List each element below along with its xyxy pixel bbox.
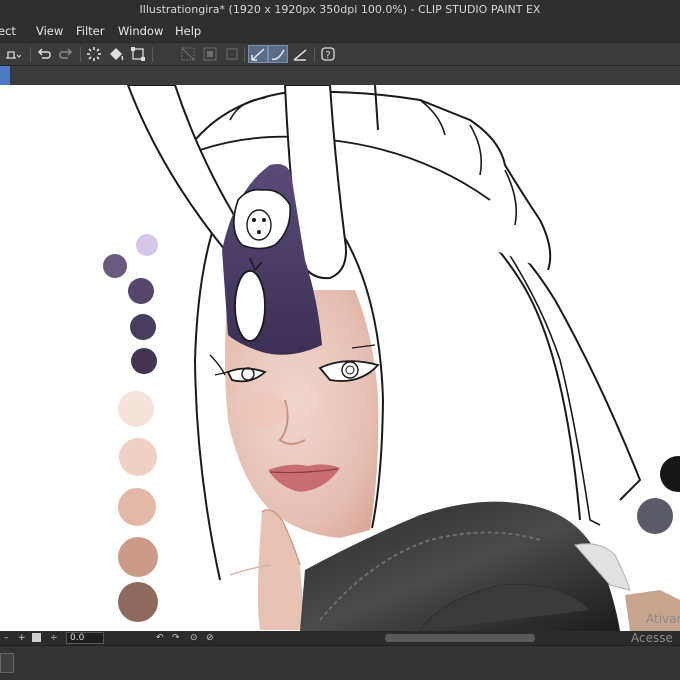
canvas-area[interactable]: Ativar (0, 85, 680, 631)
flip-icon[interactable]: ⊘ (206, 631, 214, 645)
loading-icon[interactable] (84, 45, 104, 63)
panel-toggle-button[interactable] (0, 653, 14, 673)
palette-swatch[interactable] (118, 488, 156, 526)
zoom-in-icon[interactable]: + (18, 631, 26, 645)
transform-icon[interactable] (128, 45, 148, 63)
palette-swatch[interactable] (128, 278, 154, 304)
svg-text:?: ? (325, 50, 330, 61)
invert-icon[interactable] (200, 45, 220, 63)
zoom-slider-handle[interactable] (32, 633, 41, 642)
rotate-value-icon[interactable]: ⊙ (190, 631, 198, 645)
status-bar: – + ÷ 0.0 ↶ ↷ ⊙ ⊘ Acesse C (0, 631, 680, 659)
menu-help[interactable]: Help (175, 20, 201, 42)
palette-swatch[interactable] (131, 348, 157, 374)
palette-swatch[interactable] (103, 254, 127, 278)
palette-swatch[interactable] (118, 537, 158, 577)
illustration (126, 85, 680, 631)
menu-window[interactable]: Window (118, 20, 163, 42)
layer-save-icon[interactable] (0, 45, 26, 63)
menu-view[interactable]: View (36, 20, 63, 42)
zoom-out-icon[interactable]: – (4, 631, 9, 645)
title-bar: Illustrationgira* (1920 x 1920px 350dpi … (0, 0, 680, 20)
zoom-value-field[interactable]: 0.0 (66, 632, 104, 644)
menu-filter[interactable]: Filter (76, 20, 104, 42)
tab-marker[interactable] (0, 66, 10, 85)
command-bar: ? (0, 42, 680, 66)
help-icon[interactable]: ? (318, 45, 338, 63)
deselect-icon[interactable] (178, 45, 198, 63)
palette-swatch[interactable] (118, 391, 154, 427)
palette-swatch-right[interactable] (637, 498, 673, 534)
palette-swatch[interactable] (130, 314, 156, 340)
activation-watermark-line1: Ativar (646, 612, 680, 626)
menu-bar: ect View Filter Window Help (0, 20, 680, 42)
stabilizer-icon[interactable] (248, 45, 268, 63)
curve-icon[interactable] (268, 45, 288, 63)
zoom-stepper-icon[interactable]: ÷ (50, 631, 58, 645)
palette-swatch[interactable] (136, 234, 158, 256)
fill-icon[interactable] (106, 45, 126, 63)
rotate-left-icon[interactable]: ↶ (156, 631, 164, 645)
window-title: Illustrationgira* (1920 x 1920px 350dpi … (139, 3, 541, 16)
palette-swatch[interactable] (119, 438, 157, 476)
redo-icon[interactable] (56, 45, 76, 63)
menu-select[interactable]: ect (0, 20, 16, 42)
palette-swatch[interactable] (118, 582, 158, 622)
rotate-right-icon[interactable]: ↷ (172, 631, 180, 645)
ruler-icon[interactable] (290, 45, 310, 63)
tab-strip (0, 66, 680, 85)
horizontal-scrollbar[interactable] (385, 634, 535, 642)
undo-icon[interactable] (34, 45, 54, 63)
bottom-panel (0, 645, 680, 680)
clear-icon[interactable] (222, 45, 242, 63)
